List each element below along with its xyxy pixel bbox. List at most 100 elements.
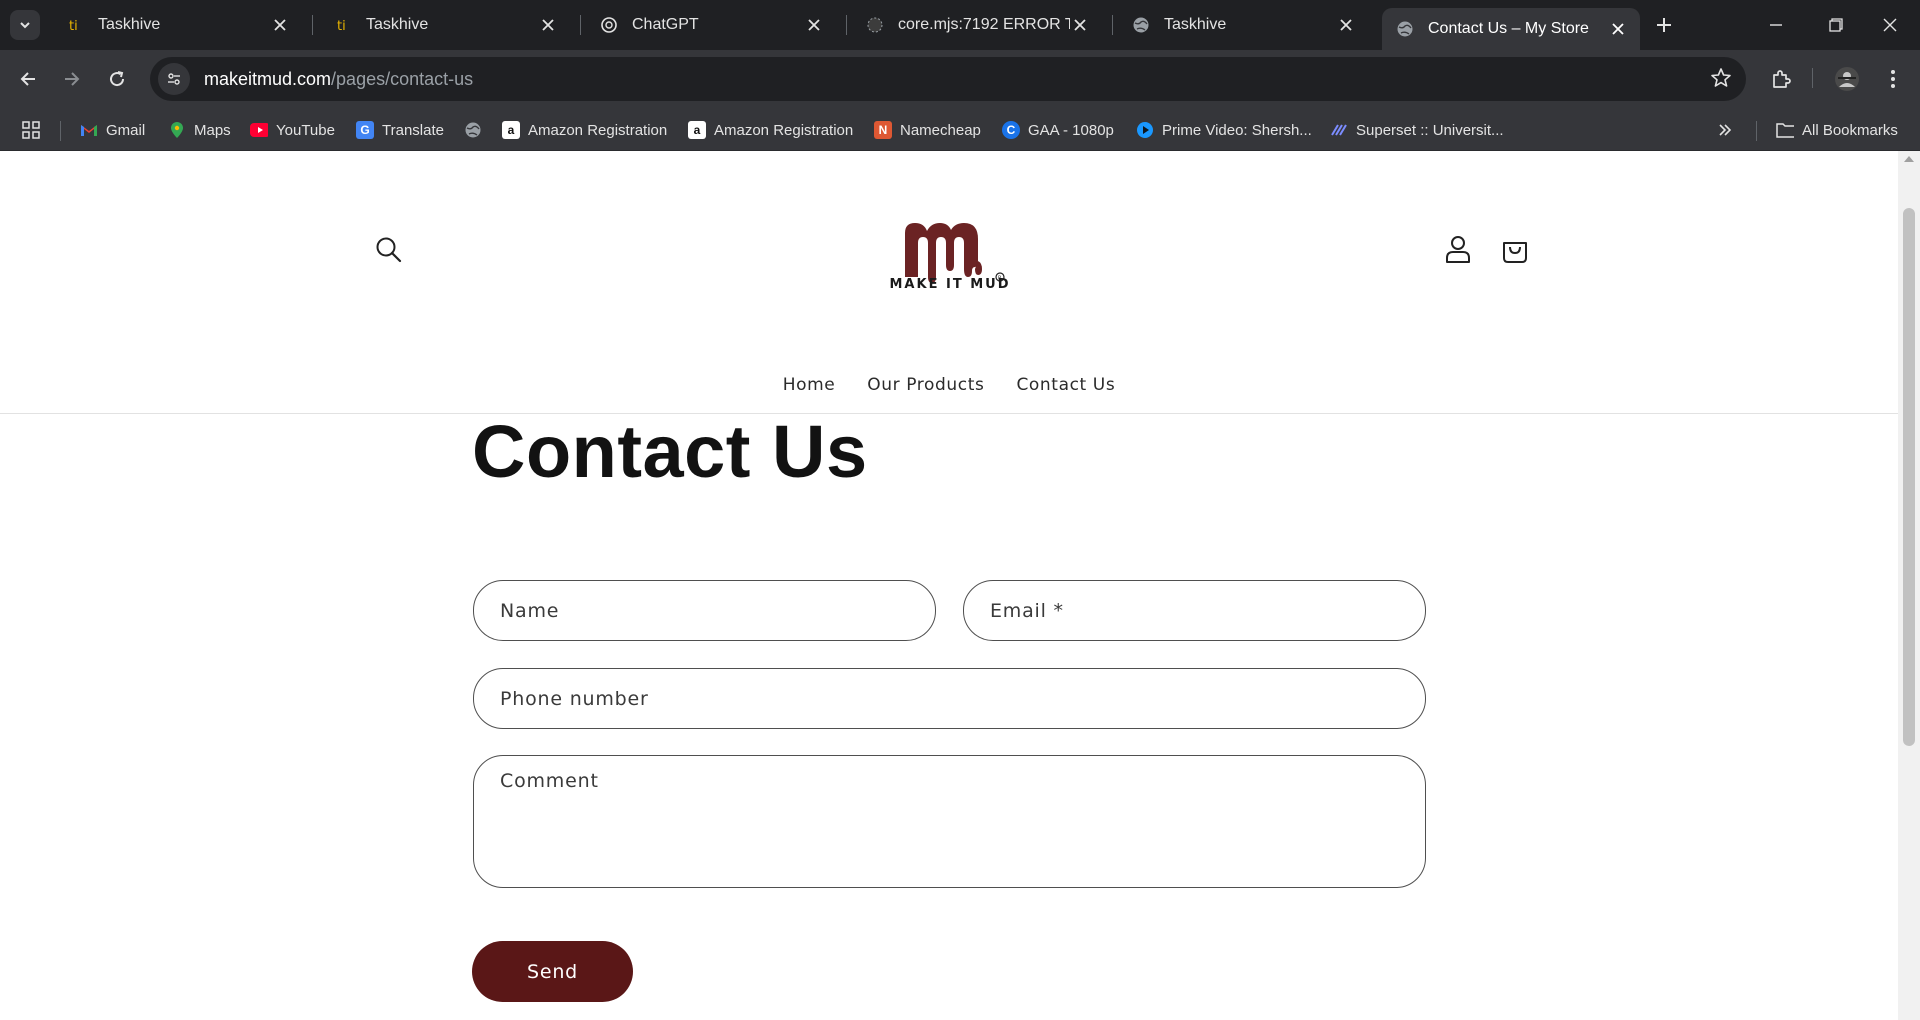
svg-text:ti: ti (337, 19, 346, 33)
bookmark-amazon-1[interactable]: a Amazon Registration (502, 117, 667, 143)
close-icon[interactable] (804, 15, 824, 35)
browser-toolbar: makeitmud.com/pages/contact-us (0, 50, 1920, 108)
url-host: makeitmud.com (204, 68, 332, 89)
bookmark-star-icon[interactable] (1710, 67, 1732, 94)
shopping-bag-icon (1503, 242, 1527, 263)
apps-button[interactable] (22, 117, 40, 143)
minimize-icon (1770, 24, 1782, 26)
bookmark-maps[interactable]: Maps (168, 117, 231, 143)
tab-core-error[interactable]: core.mjs:7192 ERROR TypeError (852, 7, 1102, 43)
close-icon[interactable] (1070, 15, 1090, 35)
close-icon (1883, 18, 1897, 32)
prime-video-icon (1136, 121, 1154, 139)
tab-title: Taskhive (1164, 16, 1227, 33)
arrow-right-icon (65, 72, 80, 86)
bookmark-superset[interactable]: Superset :: Universit... (1330, 117, 1504, 143)
email-input[interactable] (963, 580, 1426, 641)
bookmark-gmail[interactable]: Gmail (80, 117, 145, 143)
youtube-icon (250, 121, 268, 139)
bookmark-label: YouTube (276, 121, 335, 139)
bookmark-label: Gmail (106, 121, 146, 139)
bookmark-prime-video[interactable]: Prime Video: Shersh... (1136, 117, 1312, 143)
tab-title: Taskhive (366, 16, 429, 33)
tab-title: Contact Us – My Store (1428, 20, 1589, 37)
close-window-button[interactable] (1860, 0, 1920, 50)
nav-home[interactable]: Home (783, 375, 836, 395)
c-icon: C (1002, 121, 1020, 139)
new-tab-button[interactable] (1650, 12, 1678, 38)
bookmarks-bar: Gmail Maps YouTube G Translate a Amazon … (0, 108, 1920, 151)
bookmark-label: Translate (382, 121, 444, 139)
bookmark-namecheap[interactable]: N Namecheap (874, 117, 981, 143)
bookmark-label: Maps (194, 121, 231, 139)
profile-avatar[interactable] (1830, 62, 1864, 96)
tab-title: core.mjs:7192 ERROR TypeError (898, 16, 1070, 33)
tab-taskhive-1[interactable]: ti Taskhive (52, 7, 302, 43)
superset-icon (1330, 121, 1348, 139)
bookmark-label: GAA - 1080p (1028, 121, 1114, 139)
bookmark-globe[interactable] (464, 117, 490, 143)
bookmark-label: Amazon Registration (714, 121, 854, 139)
close-icon[interactable] (1608, 19, 1628, 39)
bookmark-youtube[interactable]: YouTube (250, 117, 335, 143)
toolbar-separator (1812, 68, 1813, 88)
bookmark-gaa[interactable]: C GAA - 1080p (1002, 117, 1114, 143)
tab-contact-us[interactable]: Contact Us – My Store (1382, 8, 1640, 50)
amazon-icon: a (688, 121, 706, 139)
more-bookmarks-button[interactable] (1718, 117, 1732, 143)
phone-input[interactable] (473, 668, 1426, 729)
avatar-icon (1835, 67, 1859, 91)
scroll-up-arrow-icon[interactable] (1904, 156, 1914, 162)
main-navigation: Home Our Products Contact Us (0, 375, 1898, 395)
close-icon[interactable] (270, 15, 290, 35)
reload-button[interactable] (100, 62, 134, 96)
tab-separator (1112, 15, 1113, 35)
double-chevron-right-icon (1719, 124, 1732, 136)
tab-chatgpt[interactable]: ChatGPT (586, 7, 836, 43)
close-icon[interactable] (1336, 15, 1356, 35)
globe-icon (1132, 16, 1150, 34)
page-scrollbar[interactable] (1898, 151, 1920, 1020)
page-content: R MAKE IT MUD Home Our Products Contact … (0, 151, 1898, 1020)
back-button[interactable] (11, 62, 45, 96)
url-text[interactable]: makeitmud.com/pages/contact-us (204, 69, 473, 90)
tab-taskhive-3[interactable]: Taskhive (1118, 7, 1368, 43)
address-bar[interactable]: makeitmud.com/pages/contact-us (150, 57, 1746, 101)
nav-our-products[interactable]: Our Products (867, 375, 984, 395)
search-button[interactable] (370, 231, 406, 267)
browser-tab-bar: ti Taskhive ti Taskhive ChatGPT core.mjs… (0, 0, 1920, 50)
minimize-button[interactable] (1746, 0, 1806, 50)
bookmark-label: Amazon Registration (528, 121, 668, 139)
name-input[interactable] (473, 580, 936, 641)
tab-search-button[interactable] (10, 10, 40, 40)
send-button[interactable]: Send (472, 941, 633, 1002)
scrollbar-thumb[interactable] (1903, 208, 1915, 746)
forward-button[interactable] (55, 62, 89, 96)
amazon-icon: a (502, 121, 520, 139)
all-bookmarks-label: All Bookmarks (1802, 121, 1898, 139)
tab-taskhive-2[interactable]: ti Taskhive (320, 7, 570, 43)
bookmark-translate[interactable]: G Translate (356, 117, 444, 143)
restore-button[interactable] (1806, 0, 1866, 50)
chevron-down-icon (20, 22, 30, 29)
account-button[interactable] (1440, 231, 1476, 267)
close-icon[interactable] (538, 15, 558, 35)
bookmark-label: Namecheap (900, 121, 981, 139)
globe-icon (464, 121, 482, 139)
bookmark-amazon-2[interactable]: a Amazon Registration (688, 117, 853, 143)
loading-icon (866, 16, 884, 34)
comment-textarea[interactable] (473, 755, 1426, 888)
browser-menu-button[interactable] (1876, 62, 1910, 96)
page-title: Contact Us (472, 410, 868, 493)
bookmark-label: Prime Video: Shersh... (1162, 121, 1312, 139)
user-icon (1446, 236, 1470, 263)
namecheap-icon: N (874, 121, 892, 139)
bookmark-separator (60, 121, 61, 141)
cart-button[interactable] (1497, 231, 1533, 267)
extensions-button[interactable] (1764, 62, 1798, 96)
nav-contact-us[interactable]: Contact Us (1016, 375, 1115, 395)
site-info-icon[interactable] (158, 63, 190, 95)
all-bookmarks-button[interactable]: All Bookmarks (1776, 117, 1898, 143)
puzzle-icon (1773, 70, 1791, 88)
tab-title: Taskhive (98, 16, 161, 33)
